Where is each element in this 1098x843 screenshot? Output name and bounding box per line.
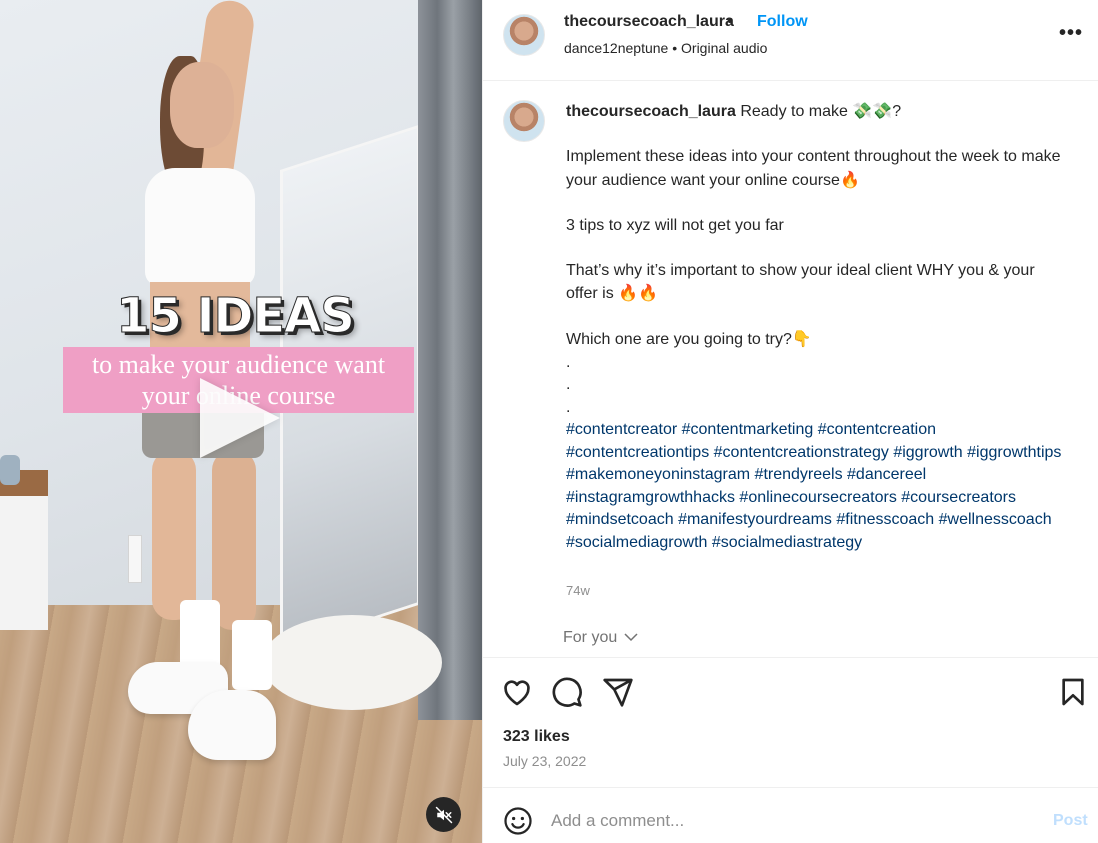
bookmark-icon[interactable]: [1057, 676, 1089, 708]
post-caption: thecoursecoach_laura Ready to make 💸💸? I…: [566, 100, 1066, 554]
person-head: [170, 62, 234, 148]
caption-paragraph: Which one are you going to try?👇: [566, 328, 1066, 352]
background-curtain: [418, 0, 482, 720]
comment-bar: Post: [483, 787, 1098, 843]
for-you-dropdown[interactable]: For you: [563, 629, 638, 647]
caption-dot: .: [566, 398, 571, 416]
background-bed: [0, 470, 48, 630]
fire-emoji-icon: 🔥🔥: [618, 283, 659, 302]
caption-text: Which one are you going to try?: [566, 331, 792, 348]
mute-button[interactable]: [426, 797, 461, 832]
caption-timestamp[interactable]: 74w: [566, 583, 590, 598]
pointing-down-emoji-icon: 👇: [791, 329, 812, 348]
avatar[interactable]: [503, 14, 545, 56]
post-date[interactable]: July 23, 2022: [503, 753, 586, 769]
caption-text: Implement these ideas into your content …: [566, 148, 1061, 189]
more-horizontal-icon[interactable]: •••: [1059, 22, 1085, 48]
background-outlet: [128, 535, 142, 583]
person-sock-left: [180, 600, 220, 670]
comment-input[interactable]: [551, 806, 1031, 836]
post-header: thecoursecoach_laura • Follow dance12nep…: [483, 0, 1098, 81]
audio-track[interactable]: Original audio: [681, 40, 767, 56]
person-top: [145, 168, 255, 286]
caption-paragraph: That’s why it’s important to show your i…: [566, 260, 1066, 306]
caption-paragraph: 3 tips to xyz will not get you far: [566, 216, 784, 234]
instagram-post: 15 IDEAS to make your audience want your…: [0, 0, 1098, 843]
comment-icon[interactable]: [551, 676, 583, 708]
caption-text: Ready to make: [740, 103, 848, 120]
heart-icon[interactable]: [501, 676, 533, 708]
post-comment-button[interactable]: Post: [1053, 812, 1088, 830]
caption-text: ?: [892, 103, 902, 120]
likes-count[interactable]: 323 likes: [503, 728, 570, 746]
fire-emoji-icon: 🔥: [839, 169, 860, 189]
overlay-subtitle-line: to make your audience want: [91, 350, 386, 379]
chevron-down-icon: [624, 633, 638, 642]
caption-line: thecoursecoach_laura Ready to make 💸💸?: [566, 100, 1066, 124]
caption-paragraph: Implement these ideas into your content …: [566, 146, 1066, 192]
for-you-label: For you: [563, 629, 618, 646]
reel-video[interactable]: 15 IDEAS to make your audience want your…: [0, 0, 482, 843]
follow-button[interactable]: Follow: [757, 13, 808, 31]
video-overlay-title: 15 IDEAS: [116, 288, 356, 345]
caption-dot: .: [566, 353, 571, 371]
audio-separator: •: [672, 40, 678, 56]
post-side-panel: thecoursecoach_laura • Follow dance12nep…: [482, 0, 1098, 843]
smiley-icon[interactable]: [503, 806, 533, 836]
caption-section: thecoursecoach_laura Ready to make 💸💸? I…: [483, 82, 1098, 657]
post-actions: 323 likes July 23, 2022: [483, 657, 1098, 787]
header-username[interactable]: thecoursecoach_laura: [564, 13, 734, 31]
caption-hashtags[interactable]: #contentcreator #contentmarketing #conte…: [566, 419, 1066, 554]
person-sock-right: [232, 620, 272, 690]
speaker-muted-icon: [435, 806, 452, 823]
audio-artist[interactable]: dance12neptune: [564, 40, 668, 56]
background-rug: [262, 615, 442, 710]
caption-username[interactable]: thecoursecoach_laura: [566, 103, 736, 120]
money-emoji-icon: 💸💸: [852, 101, 893, 120]
send-icon[interactable]: [602, 676, 634, 708]
avatar[interactable]: [503, 100, 545, 142]
audio-info: dance12neptune • Original audio: [564, 40, 767, 56]
header-separator: •: [727, 13, 733, 30]
person-shoe-right: [188, 690, 276, 760]
caption-dot: .: [566, 376, 571, 393]
play-icon[interactable]: [200, 378, 280, 458]
person-leg-left: [152, 450, 196, 620]
background-pillow: [0, 455, 20, 485]
